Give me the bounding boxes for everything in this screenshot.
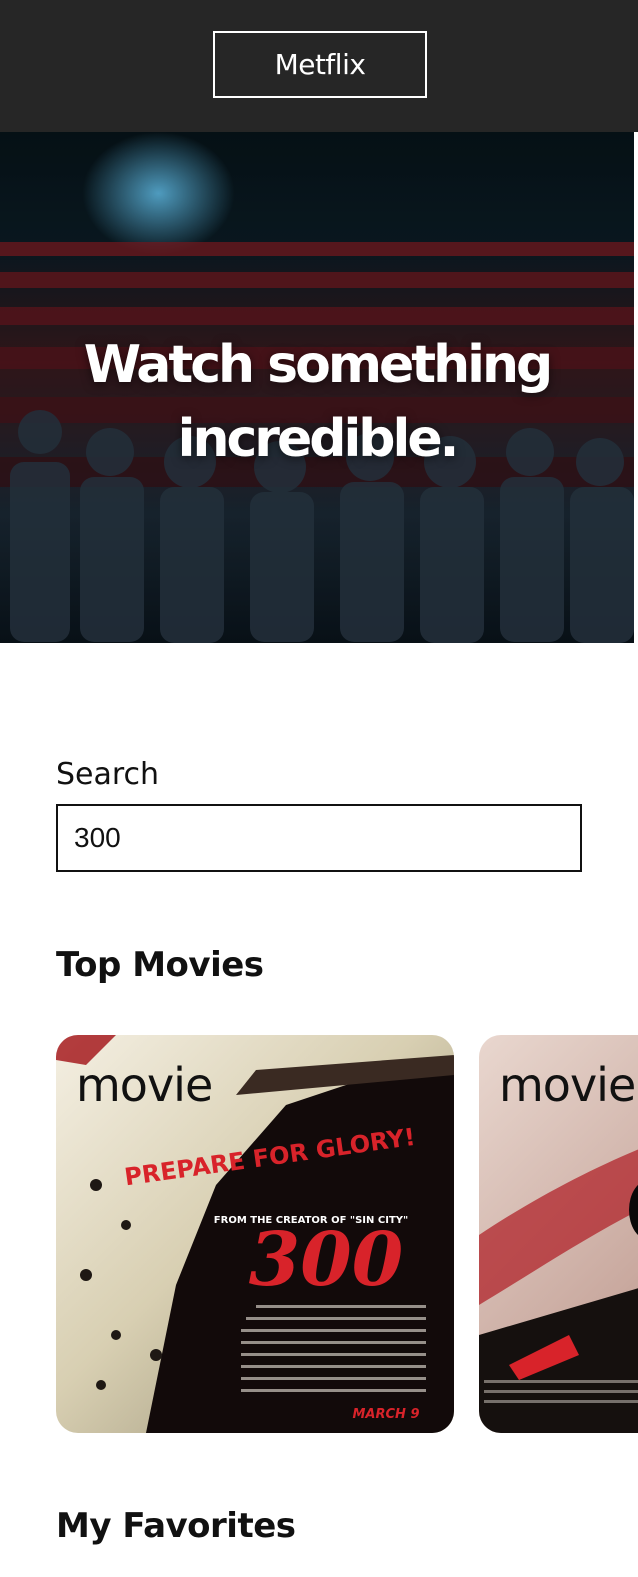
movie-card-label: movie [499,1058,636,1112]
search-input[interactable] [56,804,582,872]
movie-card[interactable]: PREPARE FOR GLORY! FROM THE CREATOR OF "… [56,1035,454,1433]
poster-release-date: MARCH 9 [353,1407,420,1422]
my-favorites-heading: My Favorites [56,1506,296,1546]
top-movies-heading: Top Movies [56,945,264,985]
hero-banner: Watch something incredible. [0,132,634,643]
hero-title: Watch something incredible. [83,335,553,469]
brand-button[interactable]: Metflix [213,31,427,98]
search-label: Search [56,757,160,792]
poster-title: 300 [249,1217,403,1303]
movie-card-label: movie [76,1058,213,1112]
movie-card[interactable]: movie [479,1035,638,1433]
top-bar: Metflix [0,0,638,132]
